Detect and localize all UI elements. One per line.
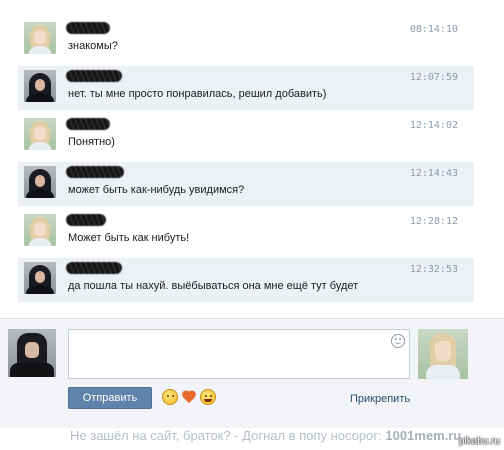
avatar[interactable]	[24, 214, 56, 246]
avatar[interactable]	[24, 70, 56, 102]
message-text: знакомы?	[68, 40, 118, 52]
message-row: знакомы? 08:14:10	[18, 18, 474, 62]
message-row: да пошла ты нахуй. выёбываться она мне е…	[18, 258, 474, 302]
attach-link[interactable]: Прикрепить	[350, 393, 410, 405]
my-avatar[interactable]	[8, 329, 56, 377]
message-time: 12:14:43	[409, 168, 458, 179]
message-composer: Отправить Прикрепить	[0, 318, 504, 428]
author-name-censored	[66, 214, 106, 226]
author-name-censored	[66, 70, 122, 82]
happy-face-icon[interactable]	[162, 389, 178, 405]
message-text: Может быть как нибуть!	[68, 232, 190, 244]
message-text: да пошла ты нахуй. выёбываться она мне е…	[68, 280, 359, 292]
message-time: 12:14:02	[409, 120, 458, 131]
message-row: может быть как-нибудь увидимся? 12:14:43	[18, 162, 474, 206]
caption-text: Не зашёл на сайт, браток? - Догнал в поп…	[70, 428, 382, 443]
author-name-censored	[66, 262, 122, 274]
avatar[interactable]	[24, 118, 56, 150]
emoji-picker-icon[interactable]	[391, 334, 405, 348]
author-name-censored	[66, 22, 110, 34]
message-time: 12:07:59	[409, 72, 458, 83]
message-thread: знакомы? 08:14:10 нет. ты мне просто пон…	[0, 0, 504, 308]
avatar[interactable]	[24, 262, 56, 294]
corner-watermark: pikabu.ru	[458, 436, 500, 447]
message-input[interactable]	[68, 329, 410, 379]
message-time: 08:14:10	[409, 24, 458, 35]
message-time: 12:32:53	[409, 264, 458, 275]
heart-icon[interactable]	[181, 389, 197, 405]
message-row: Понятно) 12:14:02	[18, 114, 474, 158]
caption-watermark: Не зашёл на сайт, браток? - Догнал в поп…	[70, 428, 461, 443]
message-time: 12:28:12	[409, 216, 458, 227]
author-name-censored	[66, 166, 124, 178]
message-text: Понятно)	[68, 136, 115, 148]
message-text: может быть как-нибудь увидимся?	[68, 184, 245, 196]
caption-brand: 1001mem.ru	[385, 428, 462, 443]
message-text: нет. ты мне просто понравилась, решил до…	[68, 88, 327, 100]
emoji-quickbar	[162, 389, 216, 407]
avatar[interactable]	[24, 22, 56, 54]
message-row: Может быть как нибуть! 12:28:12	[18, 210, 474, 254]
peer-avatar[interactable]	[418, 329, 468, 379]
message-row: нет. ты мне просто понравилась, решил до…	[18, 66, 474, 110]
send-button[interactable]: Отправить	[68, 387, 152, 409]
author-name-censored	[66, 118, 110, 130]
grin-face-icon[interactable]	[200, 389, 216, 405]
avatar[interactable]	[24, 166, 56, 198]
